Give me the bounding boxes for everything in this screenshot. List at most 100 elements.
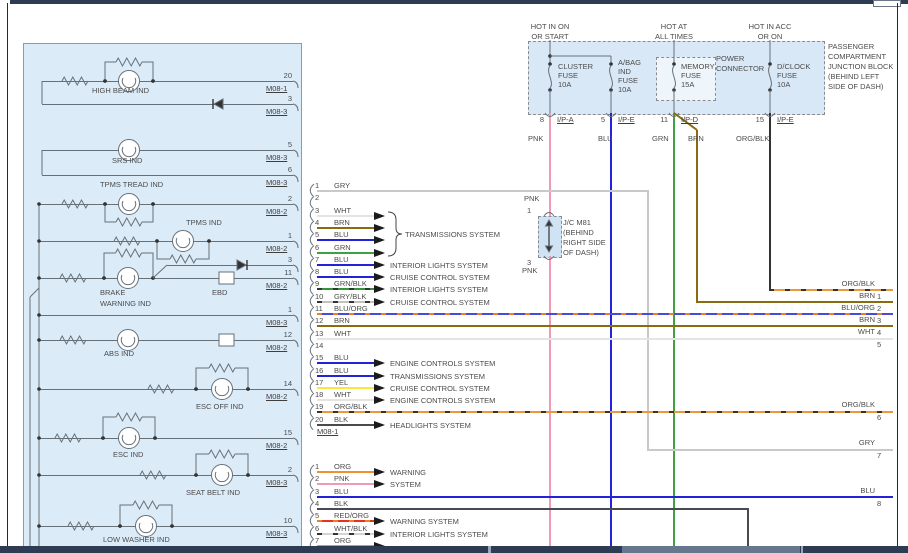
- wire-color-label: BLU: [334, 487, 349, 496]
- parallel-resistor: [104, 253, 116, 278]
- parallel-resistor: [105, 204, 116, 222]
- wire-color-label: BRN: [688, 134, 704, 143]
- power-feed-label: OR ON: [728, 32, 812, 41]
- wire-color-label: BRN: [334, 316, 350, 325]
- jc-label: (BEHIND: [563, 228, 594, 237]
- system-label: TRANSMISSIONS SYSTEM: [405, 230, 500, 239]
- parallel-resistor: [157, 241, 170, 259]
- junction-dot: [102, 276, 106, 280]
- pin-number: 3: [877, 316, 881, 325]
- wire-color-label: WHT/BLK: [334, 524, 367, 533]
- jc-label: RIGHT SIDE: [563, 238, 606, 247]
- wire-color-label: BLK: [334, 415, 348, 424]
- pin-number: 5: [877, 340, 881, 349]
- indicator-label: SRS IND: [112, 156, 142, 165]
- pin-number: 16: [315, 366, 323, 375]
- junction-dot: [609, 62, 613, 66]
- parallel-resistor: [235, 454, 248, 475]
- connector-ref[interactable]: M08-3: [266, 178, 287, 187]
- system-label: HEADLIGHTS SYSTEM: [390, 421, 471, 430]
- connector-hook: [765, 113, 775, 117]
- wire-color-label: BLU: [334, 267, 349, 276]
- connector-ref[interactable]: M08-1: [317, 427, 338, 436]
- connector-hook: [544, 256, 554, 260]
- connector-hook: [310, 196, 314, 208]
- connector-ref[interactable]: I/P-E: [777, 115, 794, 124]
- connector-hook: [293, 389, 298, 396]
- connector-ref[interactable]: I/P-D: [681, 115, 698, 124]
- pin-number: 14: [258, 379, 292, 388]
- wire-color-label: ORG/BLK: [736, 134, 769, 143]
- junction-dot: [170, 524, 174, 528]
- connector-ref[interactable]: M08-3: [266, 107, 287, 116]
- connector-hook: [310, 344, 314, 356]
- connector-hook: [310, 381, 314, 393]
- connector-hook: [293, 175, 298, 182]
- connector-ref[interactable]: M08-2: [266, 207, 287, 216]
- pin-number: 14: [315, 341, 323, 350]
- connector-hook: [310, 369, 314, 381]
- pin-number: 8: [315, 267, 319, 276]
- connector-ref[interactable]: M08-2: [266, 281, 287, 290]
- connector-ref[interactable]: M08-2: [266, 392, 287, 401]
- connector-ref[interactable]: I/P-E: [618, 115, 635, 124]
- connector-ref[interactable]: I/P-A: [557, 115, 574, 124]
- junction-dot: [246, 387, 250, 391]
- resistor-symbol: [60, 336, 86, 344]
- window-right-border: [897, 3, 898, 546]
- wire-color-label: GRY: [334, 181, 350, 190]
- junction-dot: [118, 524, 122, 528]
- junction-dot: [37, 524, 41, 528]
- connector-hook: [310, 418, 314, 430]
- power-feed-label: HOT IN ON: [508, 22, 592, 31]
- system-label: INTERIOR LIGHTS SYSTEM: [390, 285, 488, 294]
- pin-number: 8: [877, 499, 881, 508]
- pin-number: 6: [315, 524, 319, 533]
- connector-ref[interactable]: M08-3: [266, 529, 287, 538]
- parallel-resistor: [103, 417, 116, 438]
- connector-hook: [293, 104, 298, 111]
- jc-arrow-icon: [546, 220, 553, 226]
- wire-color-label: WHT: [334, 329, 351, 338]
- connector-hook: [293, 241, 298, 248]
- junction-dot: [37, 276, 41, 280]
- pin-number: 9: [315, 279, 319, 288]
- indicator-bulb-icon: [119, 194, 140, 215]
- connector-hook: [310, 270, 314, 282]
- connector-hook: [310, 233, 314, 245]
- connector-ref[interactable]: M08-2: [266, 244, 287, 253]
- fuse-label: FUSE: [681, 71, 701, 80]
- junction-dot: [194, 387, 198, 391]
- connector-ref[interactable]: M08-3: [266, 153, 287, 162]
- wire-color-label: BLU: [790, 486, 875, 495]
- connector-hook: [310, 356, 314, 368]
- indicator-label: ESC IND: [113, 450, 143, 459]
- system-label: ENGINE CONTROLS SYSTEM: [390, 359, 495, 368]
- wire-color-label: BRN: [790, 315, 875, 324]
- pin-number: 2: [258, 465, 292, 474]
- wire-color-label: BLU: [334, 230, 349, 239]
- connector-ref[interactable]: M08-1: [266, 84, 287, 93]
- connector-ref[interactable]: M08-3: [266, 318, 287, 327]
- connector-hook: [606, 113, 616, 117]
- connector-ref[interactable]: M08-2: [266, 441, 287, 450]
- connector-hook: [310, 295, 314, 307]
- junction-dot: [103, 202, 107, 206]
- connector-ref[interactable]: M08-3: [266, 478, 287, 487]
- pin-number: 5: [591, 115, 605, 124]
- wire-color-label: BLU: [598, 134, 613, 143]
- connector-hook: [293, 81, 298, 88]
- fuse-label: CLUSTER: [558, 62, 593, 71]
- connector-ref[interactable]: M08-2: [266, 343, 287, 352]
- jc-arrow-icon: [546, 246, 553, 252]
- wire-color-label: PNK: [522, 266, 537, 275]
- pin-number: 6: [315, 243, 319, 252]
- pin-number: 3: [315, 206, 319, 215]
- bottom-bar-segment[interactable]: [622, 546, 800, 553]
- wire-color-label: WHT: [790, 327, 875, 336]
- power-feed-label: HOT AT: [632, 22, 716, 31]
- junction-dot: [207, 239, 211, 243]
- resistor-symbol: [140, 471, 166, 479]
- pin-number: 20: [258, 71, 292, 80]
- junction-dot: [151, 202, 155, 206]
